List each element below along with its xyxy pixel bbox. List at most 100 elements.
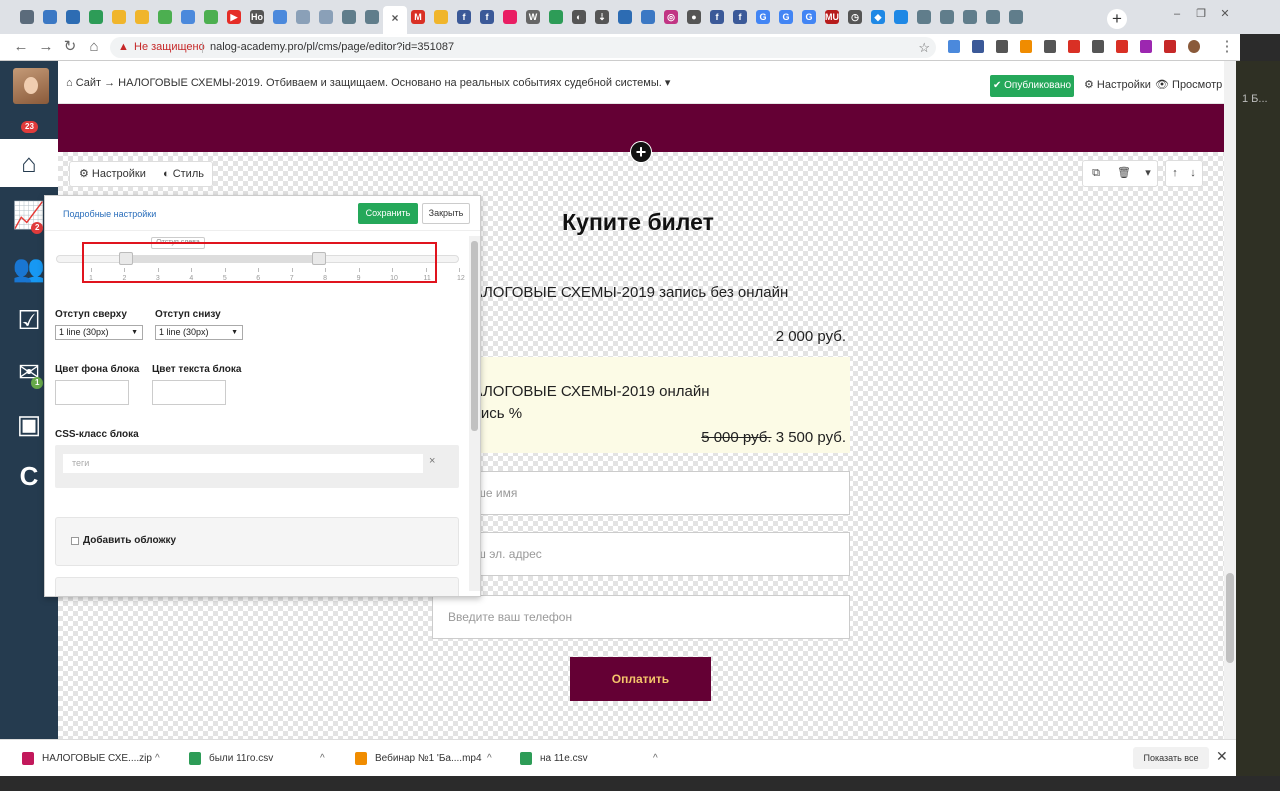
padding-bottom-select[interactable]: 1 line (30px) ▼ bbox=[155, 325, 243, 340]
close-downloads-icon[interactable]: ✕ bbox=[1216, 748, 1228, 765]
download-options-chevron-icon[interactable]: ^ bbox=[155, 740, 160, 777]
browser-tab[interactable]: Ho bbox=[248, 8, 266, 26]
page-scrollbar[interactable] bbox=[1224, 61, 1236, 739]
browser-tab[interactable] bbox=[41, 8, 59, 26]
browser-tab[interactable] bbox=[110, 8, 128, 26]
name-field[interactable]: те ваше имя bbox=[432, 471, 850, 515]
browser-tab[interactable] bbox=[938, 8, 956, 26]
ext-bag-icon[interactable] bbox=[1092, 40, 1104, 53]
published-button[interactable]: ✔ Опубликовано bbox=[990, 75, 1074, 97]
browser-tab[interactable] bbox=[271, 8, 289, 26]
browser-tab[interactable] bbox=[892, 8, 910, 26]
add-cover-checkbox[interactable] bbox=[71, 537, 79, 545]
browser-tab[interactable]: ◷ bbox=[846, 8, 864, 26]
active-tab[interactable]: × bbox=[383, 6, 407, 34]
browser-tab[interactable] bbox=[547, 8, 565, 26]
browser-tab[interactable]: G bbox=[754, 8, 772, 26]
ext-pen-icon[interactable] bbox=[996, 40, 1008, 53]
tab-style[interactable]: ◐ Стиль bbox=[163, 162, 204, 186]
bookmark-star-icon[interactable]: ☆ bbox=[918, 37, 930, 58]
chevron-down-icon[interactable]: ▾ bbox=[1139, 161, 1157, 186]
browser-tab[interactable] bbox=[1007, 8, 1025, 26]
browser-tab[interactable] bbox=[639, 8, 657, 26]
browser-tab[interactable] bbox=[915, 8, 933, 26]
close-button[interactable]: Закрыть bbox=[422, 203, 470, 224]
browser-tab[interactable] bbox=[340, 8, 358, 26]
browser-tab[interactable]: f bbox=[478, 8, 496, 26]
panel-scrollbar-thumb[interactable] bbox=[471, 241, 478, 431]
padding-top-select[interactable]: 1 line (30px) ▼ bbox=[55, 325, 143, 340]
minimize-window-icon[interactable]: ‒ bbox=[1166, 7, 1188, 22]
back-icon[interactable]: ← bbox=[12, 38, 30, 56]
browser-tab[interactable] bbox=[501, 8, 519, 26]
phone-field[interactable]: Введите ваш телефон bbox=[432, 595, 850, 639]
save-button[interactable]: Сохранить bbox=[358, 203, 418, 224]
bg-color-input[interactable] bbox=[55, 380, 129, 405]
ext-fox-icon[interactable] bbox=[1020, 40, 1032, 53]
notifications-badge[interactable]: 23 bbox=[21, 121, 38, 133]
tags-input[interactable]: теги bbox=[63, 454, 423, 473]
restore-window-icon[interactable]: ❐ bbox=[1190, 7, 1212, 22]
url-text[interactable]: nalog-academy.pro/pl/cms/page/editor?id=… bbox=[210, 37, 454, 58]
copy-block-icon[interactable]: ⧉ bbox=[1083, 161, 1109, 186]
delete-block-icon[interactable]: 🗑 bbox=[1111, 161, 1137, 186]
browser-tab[interactable]: W bbox=[524, 8, 542, 26]
browser-tab[interactable] bbox=[363, 8, 381, 26]
ext-screen-icon[interactable] bbox=[948, 40, 960, 53]
browser-tab[interactable] bbox=[294, 8, 312, 26]
breadcrumb[interactable]: ⌂ Сайт → НАЛОГОВЫЕ СХЕМЫ-2019. Отбиваем … bbox=[66, 76, 670, 89]
panel-scrollbar[interactable] bbox=[469, 236, 480, 591]
browser-tab[interactable] bbox=[179, 8, 197, 26]
offer-1[interactable]: для НАЛОГОВЫЕ СХЕМЫ-2019 запись без онла… bbox=[432, 282, 850, 345]
offer-2[interactable]: для НАЛОГОВЫЕ СХЕМЫ-2019 онлайн ие+запис… bbox=[432, 381, 850, 446]
browser-tab[interactable] bbox=[64, 8, 82, 26]
close-window-icon[interactable]: ✕ bbox=[1214, 7, 1236, 22]
browser-tab[interactable]: ◎ bbox=[662, 8, 680, 26]
breadcrumb-text[interactable]: Сайт → НАЛОГОВЫЕ СХЕМЫ-2019. Отбиваем и … bbox=[76, 77, 662, 89]
browser-tab[interactable] bbox=[961, 8, 979, 26]
download-options-chevron-icon[interactable]: ^ bbox=[487, 740, 492, 777]
profile-avatar-icon[interactable] bbox=[1188, 40, 1200, 53]
pay-button[interactable]: Оплатить bbox=[570, 657, 711, 701]
ext-k-icon[interactable] bbox=[972, 40, 984, 53]
browser-tab[interactable]: ◐ bbox=[570, 8, 588, 26]
text-color-input[interactable] bbox=[152, 380, 226, 405]
download-item[interactable]: Вебинар №1 'Ба....mp4 ^ bbox=[355, 740, 499, 777]
arrow-up-icon[interactable]: ↑ bbox=[1166, 161, 1184, 186]
download-item[interactable]: НАЛОГОВЫЕ СХЕ....zip ^ bbox=[22, 740, 167, 777]
new-tab-button[interactable]: + bbox=[1107, 9, 1127, 29]
reload-icon[interactable]: ↻ bbox=[61, 38, 79, 56]
clear-tags-icon[interactable]: × bbox=[429, 455, 435, 467]
download-item[interactable]: были 11го.csv ^ bbox=[189, 740, 332, 777]
add-block-button[interactable]: + bbox=[630, 141, 652, 163]
home-icon[interactable]: ⌂ bbox=[85, 38, 103, 56]
ext-color-icon[interactable] bbox=[1140, 40, 1152, 53]
browser-tab[interactable]: G bbox=[800, 8, 818, 26]
ext-power-icon[interactable] bbox=[1044, 40, 1056, 53]
download-item[interactable]: на 11е.csv ^ bbox=[520, 740, 665, 777]
browser-tab[interactable]: ▶ bbox=[225, 8, 243, 26]
link-icon[interactable]: % bbox=[509, 405, 522, 422]
browser-tab[interactable] bbox=[18, 8, 36, 26]
browser-tab[interactable]: f bbox=[731, 8, 749, 26]
download-options-chevron-icon[interactable]: ^ bbox=[320, 740, 325, 777]
browser-tab[interactable] bbox=[202, 8, 220, 26]
browser-tab[interactable]: MU bbox=[823, 8, 841, 26]
home-icon[interactable]: ⌂ bbox=[0, 139, 58, 187]
close-tab-icon[interactable]: × bbox=[388, 11, 402, 25]
browser-tab[interactable] bbox=[432, 8, 450, 26]
page-scrollbar-thumb[interactable] bbox=[1226, 573, 1234, 663]
browser-menu-icon[interactable]: ⋮ bbox=[1218, 38, 1236, 56]
browser-tab[interactable]: ◆ bbox=[869, 8, 887, 26]
avatar[interactable] bbox=[13, 68, 49, 104]
address-bar[interactable]: ▲ Не защищено nalog-academy.pro/pl/cms/p… bbox=[110, 37, 936, 58]
preview-link[interactable]: 👁 Просмотр bbox=[1155, 78, 1222, 91]
browser-tab[interactable] bbox=[317, 8, 335, 26]
browser-tab[interactable]: M bbox=[409, 8, 427, 26]
ext-bug-icon[interactable] bbox=[1164, 40, 1176, 53]
arrow-down-icon[interactable]: ↓ bbox=[1184, 161, 1202, 186]
forward-icon[interactable]: → bbox=[37, 38, 55, 56]
browser-tab[interactable] bbox=[984, 8, 1002, 26]
ext-g-icon[interactable] bbox=[1116, 40, 1128, 53]
tab-settings[interactable]: ⚙ Настройки bbox=[79, 162, 146, 186]
